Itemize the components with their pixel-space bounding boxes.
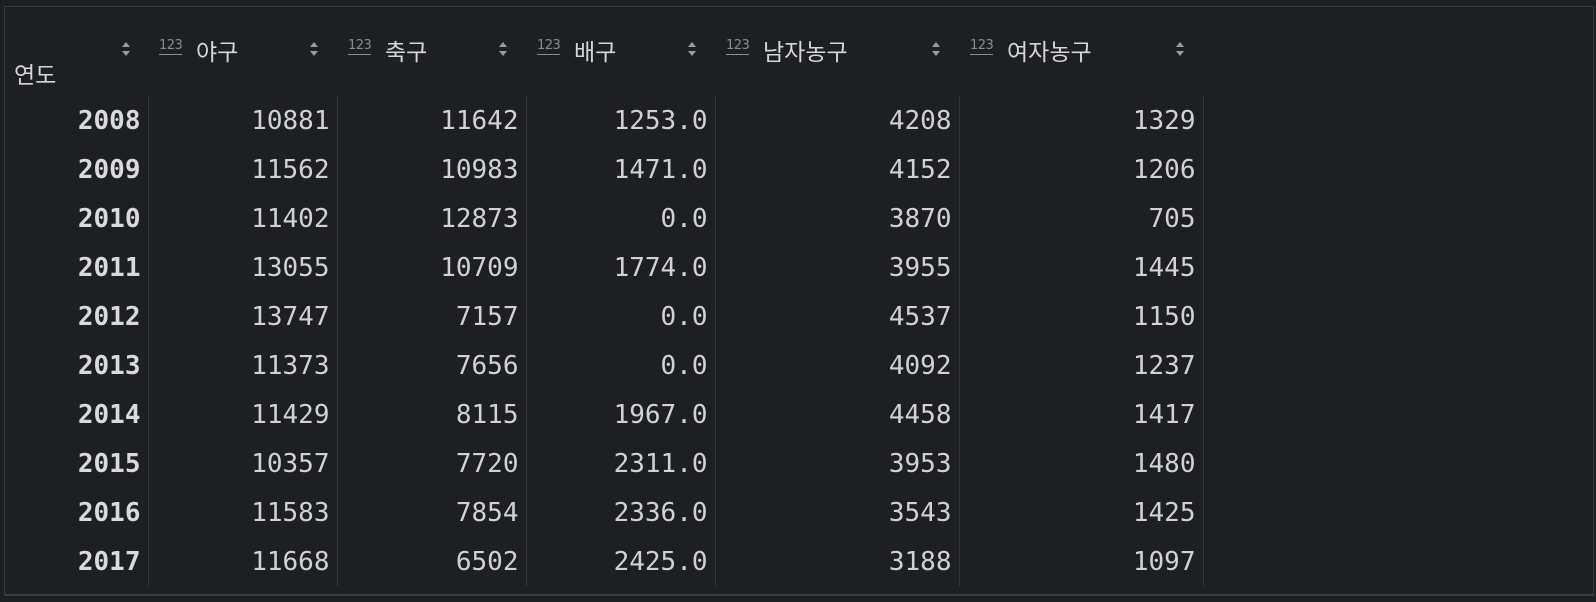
- table-cell: 13055: [148, 243, 338, 292]
- table-row: 2011 13055 10709 1774.0 3955 1445: [10, 243, 1204, 292]
- table-cell: 4092: [715, 341, 960, 390]
- table-cell: 2336.0: [526, 488, 716, 537]
- table-row: 2008 10881 11642 1253.0 4208 1329: [10, 96, 1204, 145]
- table-cell: 10709: [337, 243, 527, 292]
- numeric-type-icon: 123: [726, 38, 750, 55]
- column-header-2[interactable]: 123 배구: [526, 26, 715, 96]
- dataframe-viewer: 연도 123 야구 123 축구 123 배구 123 남자농구 123 여자농…: [0, 0, 1596, 602]
- column-header-label: 야구: [196, 40, 239, 66]
- table-cell: 1480: [959, 439, 1204, 488]
- table-cell: 1237: [959, 341, 1204, 390]
- sort-icon[interactable]: [498, 39, 508, 59]
- table-cell: 0.0: [526, 194, 716, 243]
- column-header-label: 배구: [574, 40, 617, 66]
- table-cell: 3543: [715, 488, 960, 537]
- row-index-cell: 2016: [10, 488, 149, 537]
- index-header[interactable]: 연도: [10, 26, 148, 96]
- sort-icon[interactable]: [121, 39, 131, 59]
- table-cell: 11668: [148, 537, 338, 586]
- table-cell: 7854: [337, 488, 527, 537]
- table-cell: 1425: [959, 488, 1204, 537]
- sort-icon[interactable]: [309, 39, 319, 59]
- sort-icon[interactable]: [687, 39, 697, 59]
- table-cell: 2425.0: [526, 537, 716, 586]
- table-cell: 4208: [715, 96, 960, 145]
- table-cell: 8115: [337, 390, 527, 439]
- table-body: 2008 10881 11642 1253.0 4208 1329 2009 11562 109…: [10, 96, 1204, 586]
- table-cell: 2311.0: [526, 439, 716, 488]
- sort-icon[interactable]: [931, 39, 941, 59]
- column-header-label: 남자농구: [763, 40, 848, 66]
- table-cell: 11373: [148, 341, 338, 390]
- table-cell: 11583: [148, 488, 338, 537]
- table-cell: 1206: [959, 145, 1204, 194]
- table-cell: 0.0: [526, 292, 716, 341]
- table-row: 2013 11373 7656 0.0 4092 1237: [10, 341, 1204, 390]
- index-header-label: 연도: [14, 63, 57, 89]
- table-cell: 10983: [337, 145, 527, 194]
- table-cell: 1253.0: [526, 96, 716, 145]
- row-index-cell: 2011: [10, 243, 149, 292]
- table-cell: 1329: [959, 96, 1204, 145]
- table-cell: 1417: [959, 390, 1204, 439]
- row-index-cell: 2015: [10, 439, 149, 488]
- table-cell: 7720: [337, 439, 527, 488]
- table-cell: 0.0: [526, 341, 716, 390]
- table-row: 2014 11429 8115 1967.0 4458 1417: [10, 390, 1204, 439]
- numeric-type-icon: 123: [159, 38, 183, 55]
- table-row: 2015 10357 7720 2311.0 3953 1480: [10, 439, 1204, 488]
- column-header-0[interactable]: 123 야구: [148, 26, 337, 96]
- table-cell: 1097: [959, 537, 1204, 586]
- table-cell: 4537: [715, 292, 960, 341]
- row-index-cell: 2013: [10, 341, 149, 390]
- row-index-cell: 2009: [10, 145, 149, 194]
- table-cell: 7656: [337, 341, 527, 390]
- table-row: 2016 11583 7854 2336.0 3543 1425: [10, 488, 1204, 537]
- table-cell: 1774.0: [526, 243, 716, 292]
- table-cell: 11402: [148, 194, 338, 243]
- numeric-type-icon: 123: [970, 38, 994, 55]
- numeric-type-icon: 123: [348, 38, 372, 55]
- row-index-cell: 2012: [10, 292, 149, 341]
- numeric-type-icon: 123: [537, 38, 561, 55]
- column-header-label: 축구: [385, 40, 428, 66]
- table-cell: 11562: [148, 145, 338, 194]
- data-table: 연도 123 야구 123 축구 123 배구 123 남자농구 123 여자농…: [10, 26, 1204, 586]
- table-cell: 1471.0: [526, 145, 716, 194]
- table-cell: 3955: [715, 243, 960, 292]
- table-cell: 10881: [148, 96, 338, 145]
- table-cell: 3188: [715, 537, 960, 586]
- row-index-cell: 2010: [10, 194, 149, 243]
- table-row: 2010 11402 12873 0.0 3870 705: [10, 194, 1204, 243]
- table-cell: 1967.0: [526, 390, 716, 439]
- table-cell: 7157: [337, 292, 527, 341]
- header-row: 연도 123 야구 123 축구 123 배구 123 남자농구 123 여자농…: [10, 26, 1203, 96]
- table-cell: 3870: [715, 194, 960, 243]
- column-header-4[interactable]: 123 여자농구: [959, 26, 1203, 96]
- sort-icon[interactable]: [1175, 39, 1185, 59]
- table-cell: 1150: [959, 292, 1204, 341]
- column-header-label: 여자농구: [1007, 40, 1092, 66]
- column-header-3[interactable]: 123 남자농구: [715, 26, 959, 96]
- table-row: 2009 11562 10983 1471.0 4152 1206: [10, 145, 1204, 194]
- table-row: 2012 13747 7157 0.0 4537 1150: [10, 292, 1204, 341]
- row-index-cell: 2017: [10, 537, 149, 586]
- table-cell: 11642: [337, 96, 527, 145]
- table-cell: 10357: [148, 439, 338, 488]
- table-cell: 3953: [715, 439, 960, 488]
- column-header-1[interactable]: 123 축구: [337, 26, 526, 96]
- table-cell: 12873: [337, 194, 527, 243]
- table-cell: 13747: [148, 292, 338, 341]
- table-cell: 4458: [715, 390, 960, 439]
- table-cell: 4152: [715, 145, 960, 194]
- table-cell: 1445: [959, 243, 1204, 292]
- table-cell: 705: [959, 194, 1204, 243]
- row-index-cell: 2008: [10, 96, 149, 145]
- table-cell: 6502: [337, 537, 527, 586]
- row-index-cell: 2014: [10, 390, 149, 439]
- table-row: 2017 11668 6502 2425.0 3188 1097: [10, 537, 1204, 586]
- table-cell: 11429: [148, 390, 338, 439]
